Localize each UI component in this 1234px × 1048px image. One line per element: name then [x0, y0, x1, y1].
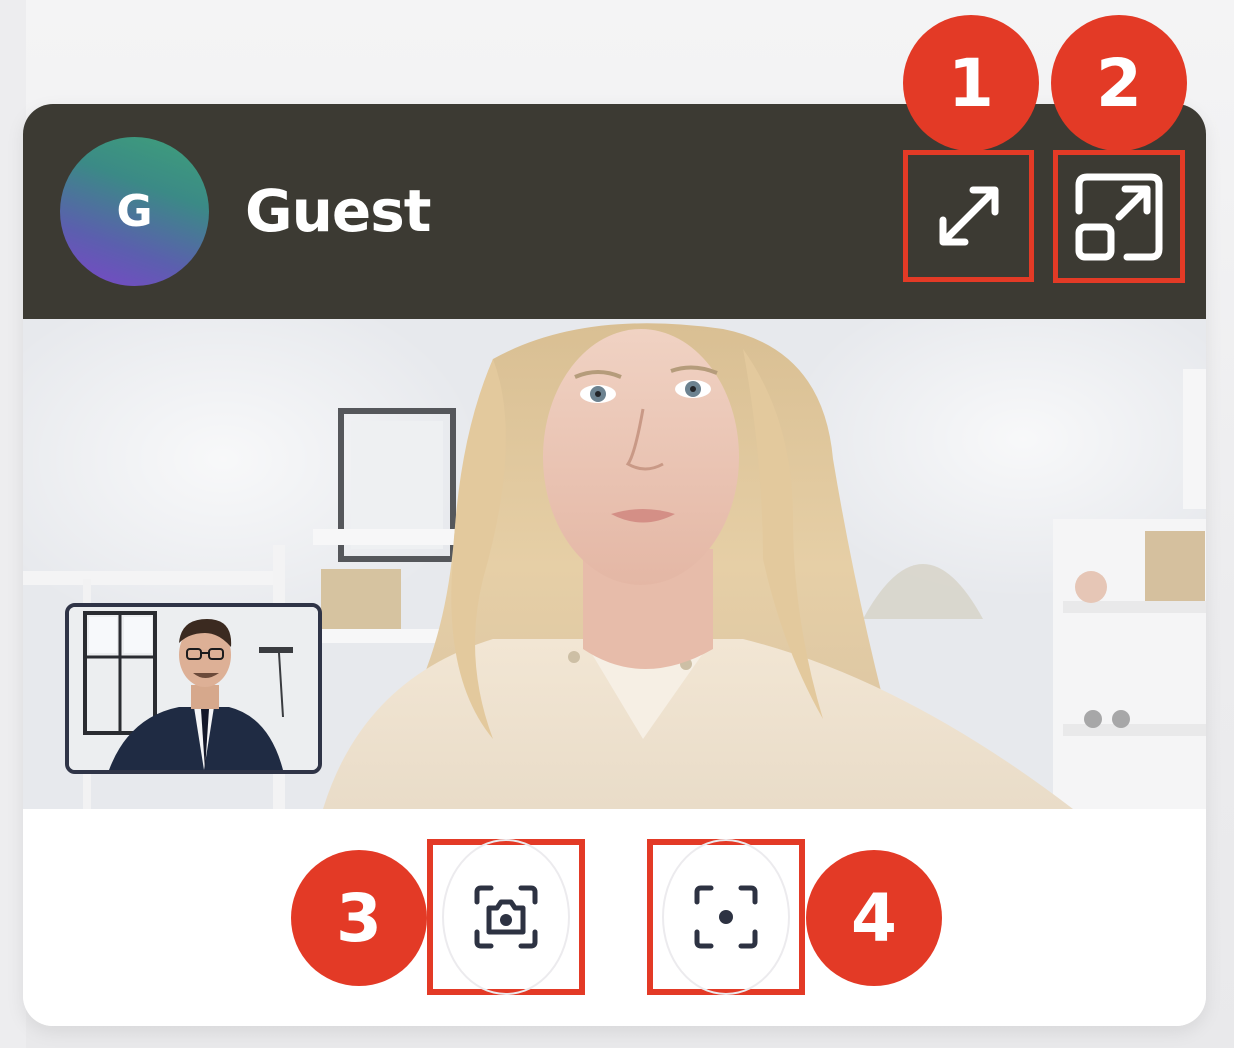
callout-badge-4: 4	[806, 850, 942, 986]
callout-badge-1: 1	[903, 15, 1039, 151]
self-view-thumbnail[interactable]	[65, 603, 322, 774]
snapshot-button[interactable]	[427, 839, 585, 995]
controls-bar	[23, 809, 1206, 1026]
expand-arrows-icon	[939, 186, 998, 246]
video-call-card: G Guest	[23, 104, 1206, 1026]
participant-name: Guest	[245, 177, 431, 245]
participant-header: G Guest	[23, 104, 1206, 319]
remote-video-feed[interactable]	[23, 319, 1206, 809]
focus-button[interactable]	[647, 839, 805, 995]
button-ring	[442, 839, 570, 995]
picture-in-picture-popout-icon	[1075, 173, 1163, 260]
callout-badge-3: 3	[291, 850, 427, 986]
self-view-image	[69, 607, 318, 770]
button-ring	[662, 839, 790, 995]
popout-button[interactable]	[1053, 150, 1185, 283]
callout-badge-2: 2	[1051, 15, 1187, 151]
avatar-initial: G	[116, 186, 153, 237]
avatar: G	[60, 137, 209, 286]
expand-button[interactable]	[903, 150, 1034, 282]
